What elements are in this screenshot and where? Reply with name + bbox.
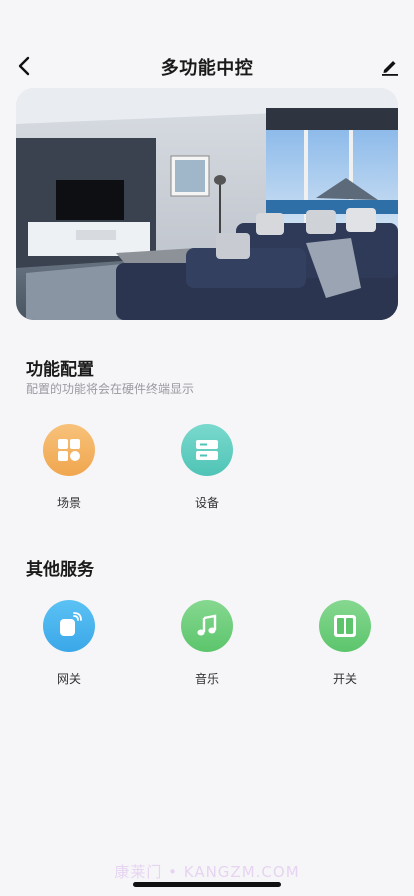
edit-button[interactable] xyxy=(376,52,404,80)
switch-icon xyxy=(319,600,371,652)
gateway-icon xyxy=(43,600,95,652)
device-label: 设备 xyxy=(194,496,219,510)
gateway-tile[interactable]: 网关 xyxy=(19,600,119,687)
other-services-title: 其他服务 xyxy=(26,560,94,580)
music-label: 音乐 xyxy=(194,672,219,686)
gateway-label: 网关 xyxy=(56,672,81,686)
pencil-icon xyxy=(382,61,398,76)
scene-tile[interactable]: 场景 xyxy=(19,424,119,511)
device-tile[interactable]: 设备 xyxy=(157,424,257,511)
music-note-icon xyxy=(181,600,233,652)
page-title: 多功能中控 xyxy=(160,58,254,79)
scene-grid-icon xyxy=(43,424,95,476)
music-tile[interactable]: 音乐 xyxy=(157,600,257,687)
function-config-subtitle: 配置的功能将会在硬件终端显示 xyxy=(26,382,195,396)
switch-tile[interactable]: 开关 xyxy=(295,600,395,687)
switch-label: 开关 xyxy=(332,672,357,686)
scene-label: 场景 xyxy=(56,496,81,510)
hero-living-room-image xyxy=(16,88,398,320)
home-indicator[interactable] xyxy=(133,882,281,887)
function-config-title: 功能配置 xyxy=(26,360,94,380)
device-list-icon xyxy=(181,424,233,476)
living-room-photo xyxy=(16,88,398,320)
nav-bar: 多功能中控 xyxy=(0,44,414,88)
watermark: 康莱门 • KANGZM.COM xyxy=(114,863,300,881)
